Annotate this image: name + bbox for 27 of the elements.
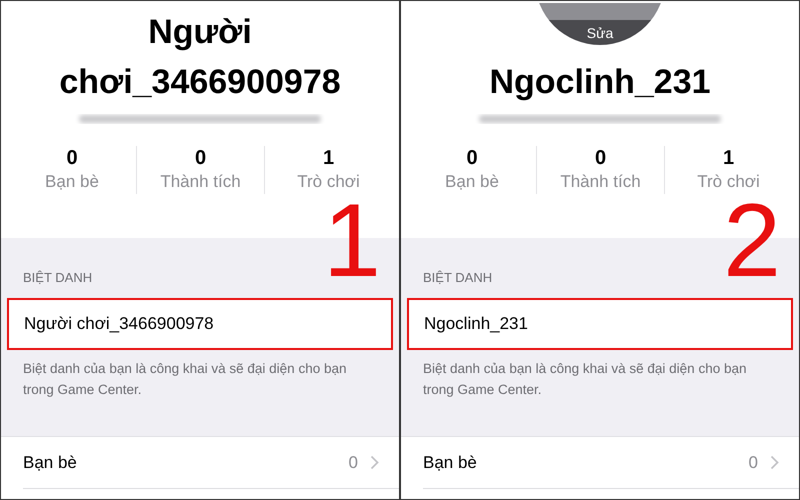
stat-value: 1 xyxy=(322,146,334,170)
chevron-icon xyxy=(370,455,379,470)
stat-label: Thành tích xyxy=(160,171,241,193)
stat-label: Bạn bè xyxy=(45,171,99,193)
section-header: BIỆT DANH xyxy=(422,270,494,286)
stat-value: 0 xyxy=(66,146,78,170)
stat-value: 0 xyxy=(594,146,606,170)
row-value: 0 xyxy=(348,452,358,474)
stat-label: Thành tích xyxy=(560,171,641,193)
player-name: Người chơi_3466900978 xyxy=(58,12,342,103)
friends-row[interactable]: Bạn bè 0 xyxy=(401,436,799,488)
row-value: 0 xyxy=(748,452,758,474)
stat-value: 1 xyxy=(722,146,734,170)
edit-label[interactable]: Sửa xyxy=(586,24,614,42)
stat-label: Bạn bè xyxy=(445,171,499,193)
nickname-field[interactable]: Ngoclinh_231 xyxy=(407,298,793,350)
friends-row[interactable]: Bạn bè 0 xyxy=(1,436,399,488)
row-label: Bạn bè xyxy=(423,452,478,474)
stat-value: 0 xyxy=(194,146,206,170)
stat-value: 0 xyxy=(466,146,478,170)
nickname-footnote: Biệt danh của bạn là công khai và sẽ đại diện cho bạn trong Game Center. xyxy=(22,360,348,399)
nickname-field[interactable]: Người chơi_3466900978 xyxy=(7,298,393,350)
section-header: BIỆT DANH xyxy=(22,270,94,286)
nickname-footnote: Biệt danh của bạn là công khai và sẽ đại diện cho bạn trong Game Center. xyxy=(422,360,748,399)
player-name: Ngoclinh_231 xyxy=(488,62,712,103)
row-label: Bạn bè xyxy=(23,452,78,474)
chevron-icon xyxy=(770,455,779,470)
